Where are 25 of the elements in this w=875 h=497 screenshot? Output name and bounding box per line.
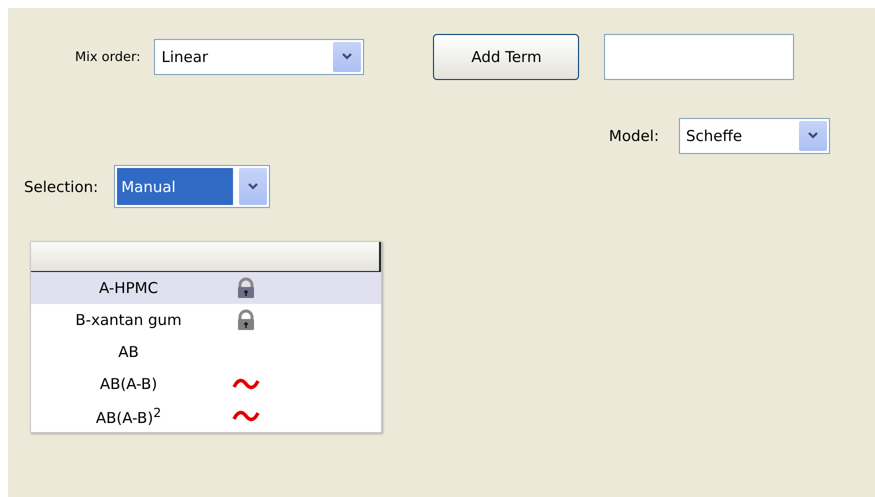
chevron-down-icon xyxy=(247,182,260,190)
term-cell-text: AB(A-B) xyxy=(98,375,158,393)
term-row[interactable]: AB(A-B)$^{2}$ xyxy=(31,400,381,432)
term-input-field[interactable] xyxy=(604,34,794,80)
tilde-icon xyxy=(232,409,260,423)
model-dropdown[interactable]: Scheffe xyxy=(679,118,830,154)
lock-icon xyxy=(235,277,257,299)
tilde-icon xyxy=(232,377,260,391)
term-cell-text: B-xantan gum xyxy=(74,311,183,329)
selection-dropdown[interactable]: Manual xyxy=(114,165,270,208)
model-label: Model: xyxy=(608,127,659,145)
term-row[interactable]: AB(A-B) xyxy=(31,368,381,400)
add-term-button[interactable]: Add Term xyxy=(433,34,580,80)
chevron-down-icon xyxy=(807,132,819,140)
chevron-down-icon xyxy=(341,53,354,61)
mix-order-label: Mix order: xyxy=(75,50,140,64)
lock-icon xyxy=(235,309,257,331)
term-row[interactable]: B-xantan gum xyxy=(31,304,381,336)
term-row[interactable]: A-HPMC xyxy=(31,272,381,304)
term-cell-text: AB(A-B)$^{2}$ xyxy=(94,405,162,427)
mix-order-dropdown[interactable]: Linear xyxy=(154,39,364,75)
term-cell-text: A-HPMC xyxy=(98,279,160,297)
term-cell-text: AB xyxy=(117,343,140,361)
selection-label: Selection: xyxy=(24,178,98,196)
term-row[interactable]: AB xyxy=(31,336,381,368)
